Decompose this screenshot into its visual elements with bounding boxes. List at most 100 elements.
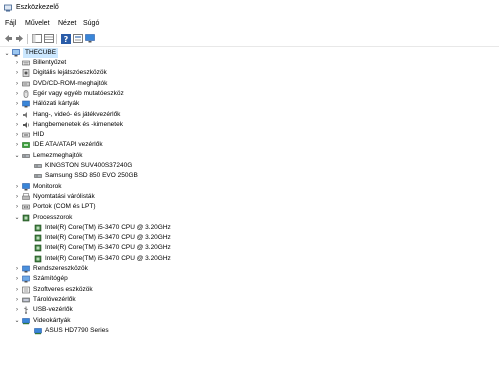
media-player-icon [22, 69, 30, 78]
processor-icon [22, 214, 30, 221]
collapse-chevron-icon[interactable]: ⌄ [14, 316, 20, 326]
device-category-node[interactable]: › DVD/CD-ROM-meghajtók [14, 79, 107, 89]
expand-chevron-icon[interactable]: › [14, 130, 20, 140]
dvd-drive-icon [22, 81, 30, 86]
device-node[interactable]: KINGSTON SUV400S37240G [26, 161, 132, 171]
device-category-node[interactable]: › IDE ATA/ATAPI vezérlők [14, 140, 103, 150]
expand-chevron-icon[interactable]: › [14, 99, 20, 109]
tree-node-label: KINGSTON SUV400S37240G [45, 162, 133, 169]
properties-window-icon[interactable] [31, 33, 42, 44]
tree-root-node[interactable]: ⌄ THECUBE [4, 48, 59, 58]
device-category-node[interactable]: › Hangbemenetek és -kimenetek [14, 120, 123, 130]
expand-chevron-icon[interactable]: › [14, 68, 20, 78]
processor-icon [34, 255, 42, 262]
expand-chevron-icon[interactable]: › [14, 140, 20, 150]
network-adapter-icon [22, 100, 30, 108]
expand-chevron-icon[interactable]: › [14, 120, 20, 130]
svg-text:?: ? [63, 35, 68, 44]
device-category-node[interactable]: › Billentyűzet [14, 58, 66, 68]
device-category-node[interactable]: › Nyomtatási várólisták [14, 192, 95, 202]
device-category-node[interactable]: › Szoftveres eszközök [14, 285, 93, 295]
expand-chevron-icon[interactable]: › [14, 89, 20, 99]
back-icon[interactable] [3, 33, 14, 44]
collapse-chevron-icon[interactable]: ⌄ [14, 213, 20, 223]
tree-node-label: Portok (COM és LPT) [33, 203, 96, 211]
tree-node-label: Samsung SSD 850 EVO 250GB [45, 172, 138, 180]
window-title: Eszközkezelő [16, 4, 59, 11]
device-category-node[interactable]: › Számítógép [14, 274, 68, 284]
expand-chevron-icon[interactable]: › [14, 110, 20, 120]
tree-node-label: Rendszereszközök [33, 265, 88, 272]
forward-icon[interactable] [14, 33, 25, 44]
expand-chevron-icon[interactable]: › [14, 274, 20, 284]
expand-chevron-icon[interactable]: › [14, 264, 20, 274]
view-icon[interactable] [43, 33, 54, 44]
tree-node-label: Egér vagy egyéb mutatóeszköz [33, 89, 124, 97]
menu-action[interactable]: Művelet [25, 20, 50, 27]
ide-controller-icon [22, 142, 30, 149]
collapse-chevron-icon[interactable]: ⌄ [4, 48, 10, 58]
toolbar-separator [56, 34, 57, 44]
expand-chevron-icon[interactable]: › [14, 58, 20, 68]
keyboard-icon [22, 60, 30, 66]
tree-node-label: Hangbemenetek és -kimenetek [33, 120, 123, 128]
device-tree[interactable]: ⌄ THECUBE › Billentyűzet › Digitális lejáts… [0, 47, 499, 376]
device-category-node[interactable]: › Hang-, videó- és játékvezérlők [14, 110, 120, 120]
device-category-node[interactable]: › USB-vezérlők [14, 305, 73, 315]
tree-node-label: Számítógép [33, 275, 68, 283]
expand-chevron-icon[interactable]: › [14, 295, 20, 305]
device-node[interactable]: Intel(R) Core(TM) i5-3470 CPU @ 3.20GHz [26, 243, 171, 253]
device-node[interactable]: Intel(R) Core(TM) i5-3470 CPU @ 3.20GHz [26, 254, 171, 264]
processor-icon [34, 224, 42, 232]
tree-node-label: Intel(R) Core(TM) i5-3470 CPU @ 3.20GHz [45, 223, 171, 231]
device-node[interactable]: Samsung SSD 850 EVO 250GB [26, 171, 138, 181]
tree-node-label: HID [33, 131, 45, 139]
expand-chevron-icon[interactable]: › [14, 285, 20, 295]
disk-drive-icon [22, 153, 30, 158]
device-category-node[interactable]: › Hálózati kártyák [14, 99, 79, 109]
tree-node-label: USB-vezérlők [33, 306, 73, 314]
expand-chevron-icon[interactable]: › [14, 192, 20, 202]
hid-icon [22, 132, 30, 138]
device-category-node[interactable]: › Egér vagy egyéb mutatóeszköz [14, 89, 124, 99]
device-category-node[interactable]: ⌄ Lemezmeghajtók [14, 151, 82, 161]
monitor-icon[interactable] [84, 33, 95, 44]
computer-icon [12, 49, 20, 57]
device-category-node[interactable]: › Monitorok [14, 182, 62, 192]
device-category-node[interactable]: ⌄ Videokártyák [14, 316, 70, 326]
menu-bar: Fájl Művelet Nézet Súgó [0, 18, 499, 32]
device-node[interactable]: ASUS HD7790 Series [26, 326, 109, 336]
device-node[interactable]: Intel(R) Core(TM) i5-3470 CPU @ 3.20GHz [26, 223, 171, 233]
help-icon[interactable]: ? [60, 33, 71, 44]
device-node[interactable]: Intel(R) Core(TM) i5-3470 CPU @ 3.20GHz [26, 233, 171, 243]
device-category-node[interactable]: › Digitális lejátszóeszközök [14, 68, 107, 78]
tree-node-label: IDE ATA/ATAPI vezérlők [33, 141, 103, 149]
tree-node-label: ASUS HD7790 Series [45, 326, 109, 334]
expand-chevron-icon[interactable]: › [14, 79, 20, 89]
device-category-node[interactable]: › Tárolóvezérlők [14, 295, 76, 305]
expand-chevron-icon[interactable]: › [14, 202, 20, 212]
menu-file[interactable]: Fájl [5, 20, 16, 27]
audio-io-icon [23, 121, 30, 128]
tree-node-label: Videokártyák [33, 316, 71, 324]
device-category-node[interactable]: › HID [14, 130, 44, 140]
device-category-node[interactable]: › Portok (COM és LPT) [14, 202, 95, 212]
tree-node-label: Processzorok [33, 213, 73, 221]
title-bar: Eszközkezelő [0, 0, 499, 18]
menu-view[interactable]: Nézet [58, 20, 76, 27]
expand-chevron-icon[interactable]: › [14, 305, 20, 315]
tree-node-label: Intel(R) Core(TM) i5-3470 CPU @ 3.20GHz [45, 254, 171, 262]
device-category-node[interactable]: ⌄ Processzorok [14, 213, 72, 223]
device-category-node[interactable]: › Rendszereszközök [14, 264, 88, 274]
software-device-icon [22, 286, 30, 293]
scan-icon[interactable] [72, 33, 83, 44]
menu-help[interactable]: Súgó [83, 20, 99, 27]
tree-node-label: Hálózati kártyák [33, 100, 80, 108]
expand-chevron-icon[interactable]: › [14, 182, 20, 192]
collapse-chevron-icon[interactable]: ⌄ [14, 151, 20, 161]
